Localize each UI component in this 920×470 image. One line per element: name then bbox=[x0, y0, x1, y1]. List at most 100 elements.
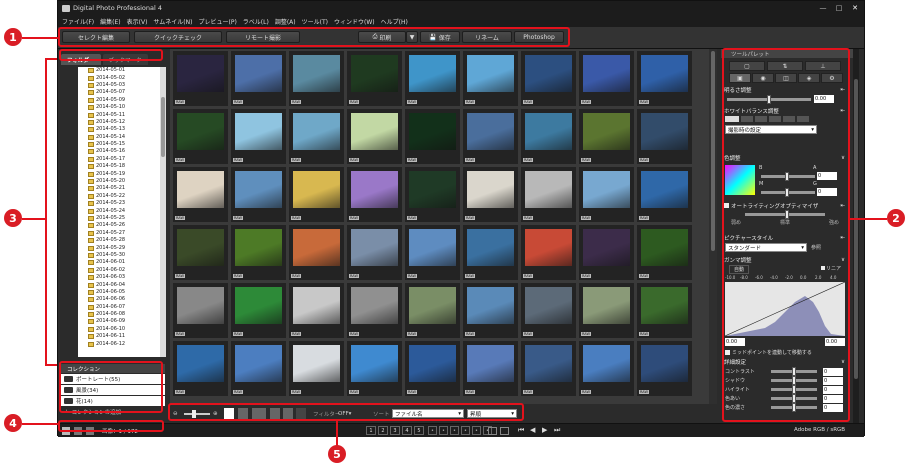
menu-thumbnail[interactable]: サムネイル(N) bbox=[153, 17, 192, 26]
folder-item[interactable]: 2014-05-13 bbox=[78, 126, 160, 133]
thumbnail[interactable]: RAW bbox=[173, 225, 228, 280]
folder-item[interactable]: 2014-06-11 bbox=[78, 333, 160, 340]
thumbnail[interactable]: RAW bbox=[405, 283, 460, 338]
folder-item[interactable]: 2014-05-14 bbox=[78, 134, 160, 141]
thumbnail[interactable]: RAW bbox=[463, 167, 518, 222]
thumbnail[interactable]: RAW bbox=[637, 341, 692, 396]
thumbnail[interactable]: RAW bbox=[579, 51, 634, 106]
folder-item[interactable]: 2014-05-29 bbox=[78, 244, 160, 251]
folder-item[interactable]: 2014-05-25 bbox=[78, 215, 160, 222]
menu-file[interactable]: ファイル(F) bbox=[62, 17, 94, 26]
label-5-button[interactable]: 5 bbox=[414, 426, 424, 435]
menu-view[interactable]: 表示(V) bbox=[127, 17, 148, 26]
star-icon[interactable]: • bbox=[461, 426, 470, 435]
thumbnail[interactable]: RAW bbox=[173, 341, 228, 396]
maximize-icon[interactable]: □ bbox=[833, 3, 845, 12]
thumbnail[interactable]: RAW bbox=[521, 51, 576, 106]
folder-item[interactable]: 2014-05-11 bbox=[78, 111, 160, 118]
folder-item[interactable]: 2014-06-03 bbox=[78, 274, 160, 281]
thumbnail[interactable]: RAW bbox=[347, 341, 402, 396]
tool-palette-scrollbar[interactable] bbox=[853, 49, 859, 423]
thumbnail[interactable]: RAW bbox=[405, 341, 460, 396]
folder-item[interactable]: 2014-05-02 bbox=[78, 74, 160, 81]
thumbnail[interactable]: RAW bbox=[347, 225, 402, 280]
thumbnail[interactable]: RAW bbox=[289, 51, 344, 106]
last-image-icon[interactable]: ⏭ bbox=[554, 426, 560, 435]
thumbnail[interactable]: RAW bbox=[289, 283, 344, 338]
thumbnail[interactable]: RAW bbox=[231, 167, 286, 222]
minimize-icon[interactable]: — bbox=[817, 3, 829, 12]
thumbnail[interactable]: RAW bbox=[347, 51, 402, 106]
folder-item[interactable]: 2014-06-06 bbox=[78, 296, 160, 303]
menu-label[interactable]: ラベル(L) bbox=[243, 17, 269, 26]
folder-item[interactable]: 2014-05-23 bbox=[78, 200, 160, 207]
thumbnail[interactable]: RAW bbox=[463, 109, 518, 164]
thumbnail[interactable]: RAW bbox=[405, 109, 460, 164]
thumbnail[interactable]: RAW bbox=[289, 225, 344, 280]
thumbnail[interactable]: RAW bbox=[579, 225, 634, 280]
folder-item[interactable]: 2014-05-12 bbox=[78, 119, 160, 126]
folder-item[interactable]: 2014-05-16 bbox=[78, 148, 160, 155]
thumbnail[interactable]: RAW bbox=[521, 109, 576, 164]
menu-edit[interactable]: 編集(E) bbox=[100, 17, 120, 26]
folder-item[interactable]: 2014-06-04 bbox=[78, 281, 160, 288]
thumbnail[interactable]: RAW bbox=[231, 109, 286, 164]
folder-scrollbar[interactable] bbox=[160, 67, 166, 357]
thumbnail[interactable]: RAW bbox=[231, 225, 286, 280]
thumbnail[interactable]: RAW bbox=[579, 167, 634, 222]
thumbnail[interactable]: RAW bbox=[289, 341, 344, 396]
star-icon[interactable]: • bbox=[428, 426, 437, 435]
thumbnail[interactable]: RAW bbox=[231, 51, 286, 106]
rotate-left-icon[interactable] bbox=[488, 427, 497, 435]
folder-item[interactable]: 2014-06-05 bbox=[78, 289, 160, 296]
folder-item[interactable]: 2014-05-18 bbox=[78, 163, 160, 170]
star-icon[interactable]: • bbox=[472, 426, 481, 435]
menu-window[interactable]: ウィンドウ(W) bbox=[334, 17, 375, 26]
thumbnail[interactable]: RAW bbox=[463, 341, 518, 396]
menu-adjust[interactable]: 調整(A) bbox=[275, 17, 296, 26]
thumbnail[interactable]: RAW bbox=[231, 341, 286, 396]
thumbnail[interactable]: RAW bbox=[521, 225, 576, 280]
thumbnail[interactable]: RAW bbox=[463, 283, 518, 338]
thumbnail[interactable]: RAW bbox=[347, 167, 402, 222]
folder-item[interactable]: 2014-05-01 bbox=[78, 67, 160, 74]
rotate-right-icon[interactable] bbox=[500, 427, 509, 435]
folder-item[interactable]: 2014-05-22 bbox=[78, 193, 160, 200]
previous-image-icon[interactable]: ◀ bbox=[530, 426, 535, 434]
folder-item[interactable]: 2014-06-08 bbox=[78, 311, 160, 318]
thumbnail[interactable]: RAW bbox=[289, 167, 344, 222]
folder-item[interactable]: 2014-05-21 bbox=[78, 185, 160, 192]
thumbnail[interactable]: RAW bbox=[405, 225, 460, 280]
thumbnail[interactable]: RAW bbox=[405, 51, 460, 106]
folder-item[interactable]: 2014-05-15 bbox=[78, 141, 160, 148]
menu-tools[interactable]: ツール(T) bbox=[302, 17, 328, 26]
thumbnail[interactable]: RAW bbox=[521, 341, 576, 396]
thumbnail[interactable]: RAW bbox=[173, 109, 228, 164]
thumbnail[interactable]: RAW bbox=[463, 225, 518, 280]
first-image-icon[interactable]: ⏮ bbox=[518, 426, 524, 435]
folder-item[interactable]: 2014-05-17 bbox=[78, 156, 160, 163]
thumbnail[interactable]: RAW bbox=[579, 283, 634, 338]
folder-item[interactable]: 2014-05-30 bbox=[78, 252, 160, 259]
folder-item[interactable]: 2014-06-02 bbox=[78, 267, 160, 274]
thumbnail[interactable]: RAW bbox=[231, 283, 286, 338]
folder-item[interactable]: 2014-05-26 bbox=[78, 222, 160, 229]
folder-item[interactable]: 2014-06-01 bbox=[78, 259, 160, 266]
thumbnail[interactable]: RAW bbox=[637, 167, 692, 222]
thumbnail[interactable]: RAW bbox=[579, 341, 634, 396]
folder-item[interactable]: 2014-06-09 bbox=[78, 318, 160, 325]
folder-item[interactable]: 2014-06-07 bbox=[78, 304, 160, 311]
folder-item[interactable]: 2014-05-10 bbox=[78, 104, 160, 111]
thumbnail[interactable]: RAW bbox=[521, 167, 576, 222]
folder-item[interactable]: 2014-05-19 bbox=[78, 170, 160, 177]
folder-item[interactable]: 2014-05-27 bbox=[78, 230, 160, 237]
close-icon[interactable]: ✕ bbox=[849, 3, 861, 12]
star-icon[interactable]: • bbox=[439, 426, 448, 435]
folder-item[interactable]: 2014-06-10 bbox=[78, 326, 160, 333]
thumbnail[interactable]: RAW bbox=[405, 167, 460, 222]
menu-help[interactable]: ヘルプ(H) bbox=[381, 17, 408, 26]
folder-item[interactable]: 2014-06-12 bbox=[78, 340, 160, 347]
thumbnail[interactable]: RAW bbox=[579, 109, 634, 164]
folder-item[interactable]: 2014-05-07 bbox=[78, 89, 160, 96]
thumbnail-scrollbar[interactable] bbox=[709, 49, 717, 404]
